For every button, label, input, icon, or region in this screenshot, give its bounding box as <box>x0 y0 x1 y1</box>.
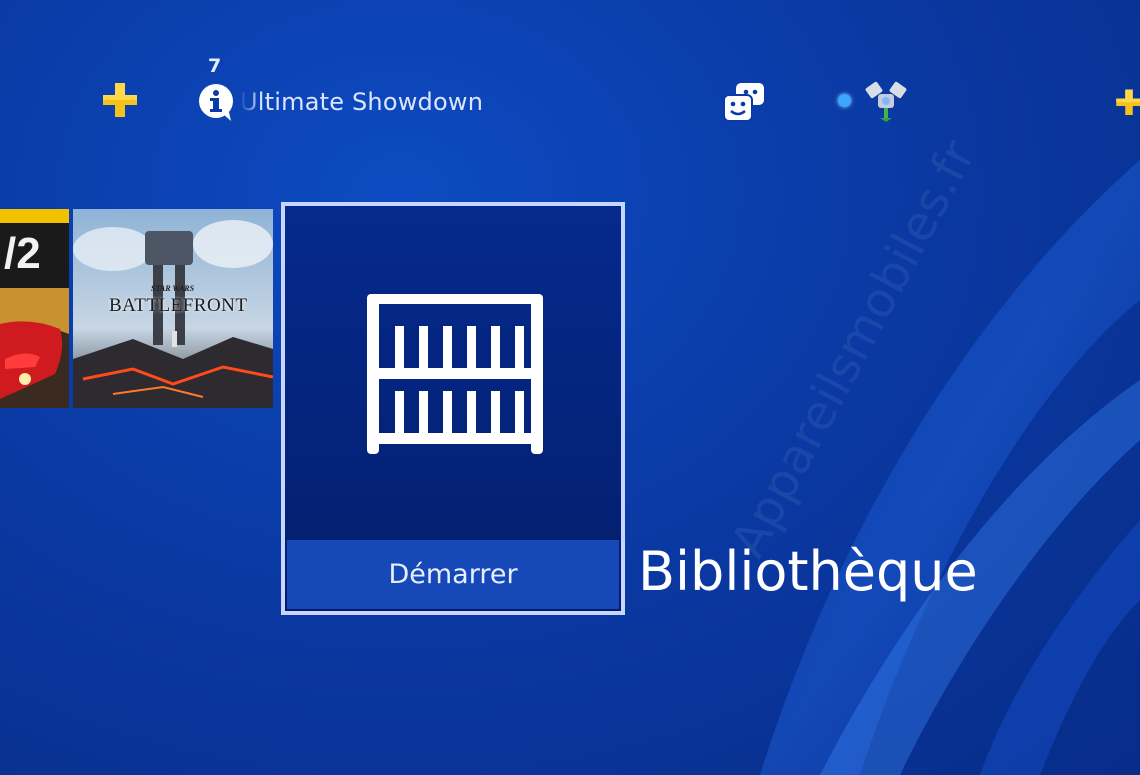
start-button[interactable]: Démarrer <box>287 540 619 609</box>
focused-tile-title: Bibliothèque <box>638 540 978 603</box>
bookshelf-icon <box>365 294 545 459</box>
library-tile[interactable]: Démarrer <box>281 202 625 615</box>
star-wars-battlefront-tile[interactable]: STAR WARS BATTLEFRONT <box>73 209 273 408</box>
notifications-icon[interactable] <box>197 83 237 123</box>
start-button-label: Démarrer <box>388 559 518 590</box>
battlefront-logo-small: STAR WARS <box>151 284 195 293</box>
ps-plus-icon[interactable] <box>1114 88 1140 118</box>
friends-icon[interactable] <box>722 81 766 123</box>
trophies-icon[interactable] <box>863 78 909 124</box>
online-indicator <box>838 94 851 107</box>
racing-game-title-fragment: /2 <box>4 229 41 278</box>
battlefront-logo-main: BATTLEFRONT <box>109 295 248 316</box>
notification-ticker: Ultimate Showdown <box>240 88 484 116</box>
ps-plus-icon[interactable] <box>100 81 140 121</box>
notification-count: 7 <box>208 55 222 77</box>
racing-game-tile[interactable]: /2 <box>0 209 69 408</box>
